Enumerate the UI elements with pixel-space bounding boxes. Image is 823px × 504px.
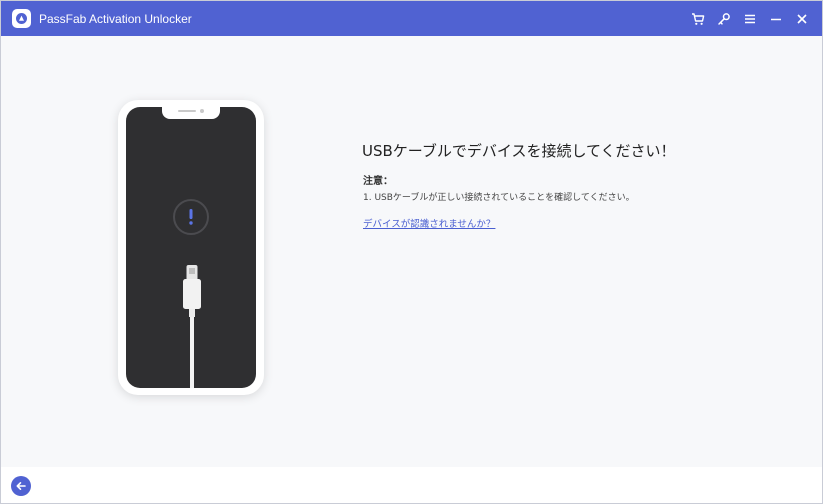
- note-text: 1. USBケーブルが正しい接続されていることを確認してください。: [363, 193, 635, 203]
- window-controls: [682, 9, 812, 29]
- note-label: 注意：: [363, 176, 393, 187]
- phone-screen: [126, 107, 256, 388]
- minimize-icon[interactable]: [766, 9, 786, 29]
- phone-speaker: [178, 110, 196, 112]
- phone-camera: [200, 109, 204, 113]
- device-not-recognized-link[interactable]: デバイスが認識されませんか？: [363, 216, 495, 230]
- page-title: USBケーブルでデバイスを接続してください！: [362, 142, 676, 160]
- key-icon[interactable]: [714, 9, 734, 29]
- footer-bar: [1, 467, 822, 503]
- phone-notch: [162, 107, 220, 119]
- menu-icon[interactable]: [740, 9, 760, 29]
- exclamation-icon: [173, 199, 209, 235]
- app-title: PassFab Activation Unlocker: [39, 11, 192, 26]
- cart-icon[interactable]: [688, 9, 708, 29]
- app-logo-icon: [12, 9, 31, 28]
- phone-illustration: [118, 100, 264, 395]
- close-icon[interactable]: [792, 9, 812, 29]
- title-bar: PassFab Activation Unlocker: [1, 1, 822, 36]
- app-window: PassFab Activation Unlocker USBケーブルでデバイス…: [0, 0, 823, 504]
- main-content: USBケーブルでデバイスを接続してください！ 注意： 1. USBケーブルが正し…: [1, 36, 822, 467]
- usb-cable-icon: [183, 265, 201, 388]
- back-arrow-icon[interactable]: [11, 476, 31, 496]
